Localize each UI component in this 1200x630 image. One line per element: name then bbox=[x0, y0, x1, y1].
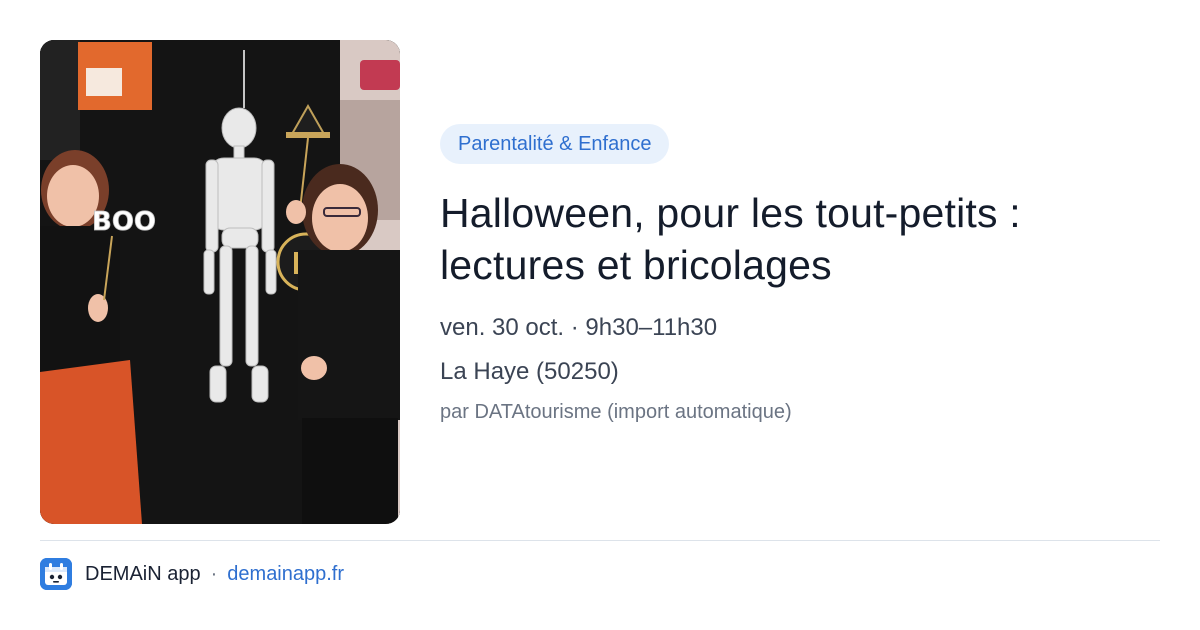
event-info: Parentalité & Enfance Halloween, pour le… bbox=[440, 124, 1160, 425]
footer-separator: · bbox=[210, 562, 218, 585]
footer-divider bbox=[40, 540, 1160, 541]
event-source: par DATAtourisme (import automatique) bbox=[440, 401, 792, 423]
event-date: ven. 30 oct. · 9h30–11h30 bbox=[440, 314, 718, 341]
event-photo: BOO bbox=[40, 40, 400, 524]
footer: DEMAiN app · demainapp.fr bbox=[40, 558, 344, 590]
demain-app-logo-icon bbox=[40, 558, 72, 590]
boo-sign-text: BOO bbox=[92, 207, 156, 237]
event-title: Halloween, pour les tout-petits : lectur… bbox=[440, 190, 1021, 288]
app-website-link[interactable]: demainapp.fr bbox=[227, 563, 344, 586]
app-name: DEMAiN app bbox=[85, 562, 201, 585]
event-location: La Haye (50250) bbox=[440, 358, 619, 385]
event-photo-illustration: BOO bbox=[40, 40, 400, 524]
category-badge[interactable]: Parentalité & Enfance bbox=[440, 124, 670, 164]
